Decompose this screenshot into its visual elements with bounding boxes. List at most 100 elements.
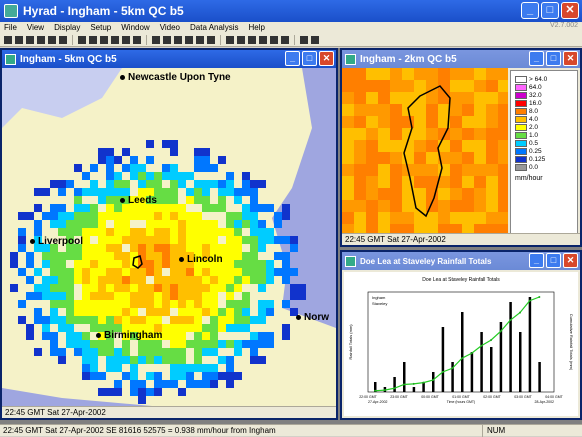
close-button[interactable]: ✕: [563, 253, 578, 268]
toolbar-button[interactable]: [174, 36, 182, 44]
rain-cell: [82, 308, 90, 316]
toolbar-button[interactable]: [163, 36, 171, 44]
maximize-button[interactable]: □: [302, 51, 317, 66]
toolbar-button[interactable]: [259, 36, 267, 44]
toolbar-button[interactable]: [248, 36, 256, 44]
rain-cell: [122, 284, 130, 292]
map-window-5km-titlebar[interactable]: Ingham - 5km QC b5 _ □ ✕: [2, 50, 336, 68]
toolbar-button[interactable]: [281, 36, 289, 44]
rain-cell: [154, 372, 162, 380]
rain-cell: [18, 316, 26, 324]
radar-map-2km[interactable]: [342, 68, 508, 236]
rain-cell: [162, 220, 170, 228]
rain-cell: [210, 300, 218, 308]
rain-cell: [58, 268, 66, 276]
toolbar-button[interactable]: [48, 36, 56, 44]
rain-cell: [250, 228, 258, 236]
rain-cell: [194, 244, 202, 252]
rain-cell: [18, 300, 26, 308]
rain-cell: [34, 228, 42, 236]
rain-cell: [234, 324, 242, 332]
maximize-button[interactable]: □: [541, 2, 559, 19]
toolbar-button[interactable]: [37, 36, 45, 44]
radar-map-5km[interactable]: Newcastle Upon Tyne Leeds Liverpool Linc…: [2, 68, 336, 406]
toolbar-button[interactable]: [185, 36, 193, 44]
menu-help[interactable]: Help: [248, 22, 264, 34]
map-window-2km-titlebar[interactable]: Ingham - 2km QC b5 _ □ ✕: [342, 50, 580, 68]
legend-swatch: [515, 76, 527, 83]
rain-cell: [258, 244, 266, 252]
toolbar-button[interactable]: [311, 36, 319, 44]
chart-window-titlebar[interactable]: Doe Lea at Staveley Rainfall Totals _ □ …: [342, 252, 580, 270]
rain-cell: [162, 244, 170, 252]
toolbar-button[interactable]: [237, 36, 245, 44]
toolbar-button[interactable]: [72, 35, 73, 45]
toolbar-button[interactable]: [100, 36, 108, 44]
menu-view[interactable]: View: [27, 22, 44, 34]
rain-cell: [194, 220, 202, 228]
rain-cell: [218, 188, 226, 196]
toolbar-button[interactable]: [133, 36, 141, 44]
toolbar-button[interactable]: [78, 36, 86, 44]
toolbar-button[interactable]: [294, 35, 295, 45]
rain-cell: [82, 276, 90, 284]
rain-cell: [162, 324, 170, 332]
maximize-button[interactable]: □: [546, 51, 561, 66]
toolbar-button[interactable]: [207, 36, 215, 44]
toolbar-button[interactable]: [89, 36, 97, 44]
rain-cell: [266, 228, 274, 236]
maximize-button[interactable]: □: [546, 253, 561, 268]
close-button[interactable]: ✕: [563, 51, 578, 66]
toolbar-button[interactable]: [220, 35, 221, 45]
rain-cell: [378, 188, 390, 200]
rain-cell: [250, 276, 258, 284]
rain-cell: [106, 228, 114, 236]
toolbar-button[interactable]: [270, 36, 278, 44]
legend-swatch: [515, 108, 527, 115]
rain-cell: [106, 348, 114, 356]
rain-cell: [162, 212, 170, 220]
toolbar-button[interactable]: [146, 35, 147, 45]
toolbar-button[interactable]: [4, 36, 12, 44]
toolbar-button[interactable]: [59, 36, 67, 44]
menu-file[interactable]: File: [4, 22, 17, 34]
toolbar-button[interactable]: [111, 36, 119, 44]
x-tick-label: 00:00 GMT: [421, 395, 439, 399]
close-button[interactable]: ✕: [319, 51, 334, 66]
rain-cell: [162, 292, 170, 300]
rain-cell: [74, 252, 82, 260]
toolbar-button[interactable]: [15, 36, 23, 44]
rain-cell: [82, 292, 90, 300]
menu-window[interactable]: Window: [121, 22, 149, 34]
rain-cell: [474, 164, 486, 176]
rain-cell: [210, 284, 218, 292]
rain-cell: [498, 92, 508, 104]
rain-cell: [114, 172, 122, 180]
rain-cell: [210, 308, 218, 316]
rain-cell: [202, 244, 210, 252]
rain-cell: [366, 92, 378, 104]
minimize-button[interactable]: _: [285, 51, 300, 66]
rain-cell: [98, 196, 106, 204]
map-window-5km[interactable]: Ingham - 5km QC b5 _ □ ✕ Newcastle Upon …: [0, 48, 338, 420]
toolbar-button[interactable]: [226, 36, 234, 44]
rain-cell: [162, 276, 170, 284]
toolbar-button[interactable]: [26, 36, 34, 44]
menu-display[interactable]: Display: [54, 22, 80, 34]
close-button[interactable]: ✕: [561, 2, 579, 19]
rain-cell: [170, 268, 178, 276]
menu-video[interactable]: Video: [160, 22, 180, 34]
toolbar-button[interactable]: [152, 36, 160, 44]
minimize-button[interactable]: _: [529, 51, 544, 66]
menu-setup[interactable]: Setup: [90, 22, 111, 34]
minimize-button[interactable]: _: [521, 2, 539, 19]
toolbar-button[interactable]: [196, 36, 204, 44]
rain-cell: [210, 244, 218, 252]
toolbar-button[interactable]: [122, 36, 130, 44]
menu-data-analysis[interactable]: Data Analysis: [190, 22, 238, 34]
minimize-button[interactable]: _: [529, 253, 544, 268]
map-window-2km[interactable]: Ingham - 2km QC b5 _ □ ✕ > 64.0 64.0 32.0 1…: [340, 48, 582, 247]
toolbar-button[interactable]: [300, 36, 308, 44]
rain-cell: [42, 284, 50, 292]
chart-window[interactable]: Doe Lea at Staveley Rainfall Totals _ □ …: [340, 250, 582, 420]
